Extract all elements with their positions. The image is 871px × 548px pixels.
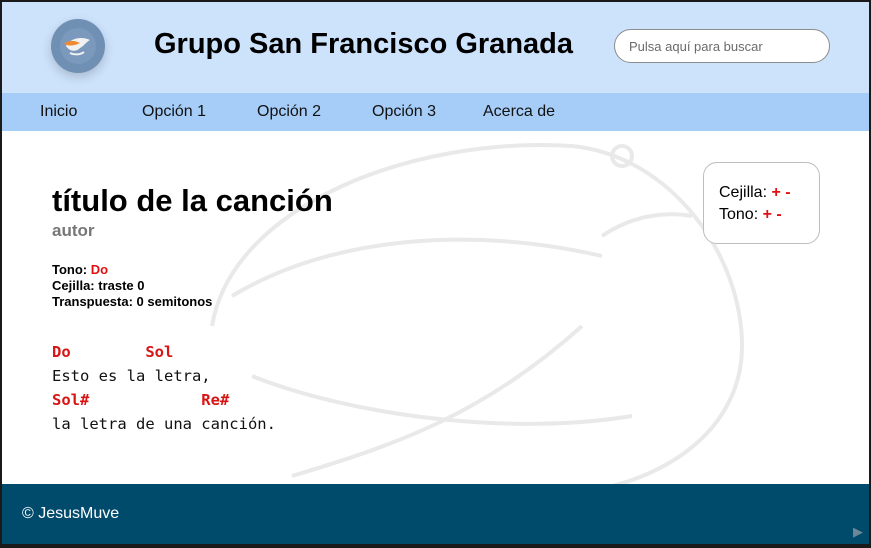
site-footer: © JesusMuve ▶: [2, 484, 869, 544]
search-input[interactable]: [614, 29, 830, 63]
capo-info: Cejilla: traste 0: [52, 278, 145, 293]
nav-item-inicio[interactable]: Inicio: [40, 103, 77, 121]
chord-line: Do Sol: [52, 343, 174, 361]
play-icon[interactable]: ▶: [853, 524, 863, 540]
copyright-text: © JesusMuve: [22, 505, 120, 522]
tone-value: Do: [90, 262, 109, 277]
capo-control: Cejilla: + -: [719, 182, 819, 204]
nav-item-acerca-de[interactable]: Acerca de: [483, 103, 555, 121]
nav-item-opcion-3[interactable]: Opción 3: [372, 103, 436, 121]
chord-line: Sol# Re#: [52, 391, 230, 409]
capo-control-label: Cejilla:: [719, 184, 768, 201]
lyric-line: la letra de una canción.: [52, 415, 276, 433]
page: Grupo San Francisco Granada Inicio Opció…: [2, 2, 869, 544]
tone-control: Tono: + -: [719, 204, 819, 226]
nav-item-opcion-2[interactable]: Opción 2: [257, 103, 321, 121]
tone-label: Tono:: [52, 262, 88, 277]
song-meta: Tono: Do Cejilla: traste 0 Transpuesta: …: [52, 262, 212, 310]
main-nav: Inicio Opción 1 Opción 2 Opción 3 Acerca…: [2, 93, 869, 131]
lyric-line: Esto es la letra,: [52, 367, 211, 385]
tone-minus-button[interactable]: -: [776, 206, 781, 223]
capo-plus-button[interactable]: +: [771, 184, 780, 201]
transpose-controls: Cejilla: + - Tono: + -: [703, 162, 820, 244]
nav-item-opcion-1[interactable]: Opción 1: [142, 103, 206, 121]
dove-icon[interactable]: [51, 19, 105, 73]
transpose-info: Transpuesta: 0 semitonos: [52, 294, 213, 309]
site-title: Grupo San Francisco Granada: [154, 28, 573, 60]
song-content: título de la canción autor Tono: Do Ceji…: [2, 131, 869, 484]
tone-plus-button[interactable]: +: [763, 206, 772, 223]
tone-info: Tono: Do: [52, 262, 212, 278]
song-author: autor: [52, 221, 95, 240]
capo-minus-button[interactable]: -: [785, 184, 790, 201]
tone-control-label: Tono:: [719, 206, 759, 223]
song-title: título de la canción: [52, 183, 333, 218]
site-header: Grupo San Francisco Granada: [2, 2, 869, 93]
lyrics-block: Do Sol Esto es la letra, Sol# Re# la let…: [52, 340, 276, 436]
